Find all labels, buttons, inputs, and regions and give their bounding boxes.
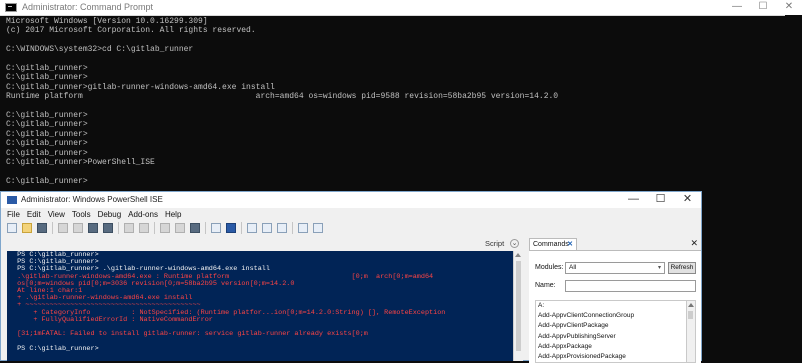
toolbar-separator [154,222,155,234]
commands-list[interactable]: A: Add-AppvClientConnectionGroup Add-AppvC… [535,300,687,363]
undo-icon[interactable] [124,223,134,233]
cmd-line: C:\gitlab_runner> [6,64,88,74]
ise-menu-bar: File Edit View Tools Debug Add-ons Help [7,210,181,219]
commands-tab[interactable]: Commands ✕ [529,238,577,250]
cmd-line: Runtime platform arch=amd64 os=windows p… [6,92,559,102]
ise-maximize-button[interactable]: ☐ [647,192,674,207]
cut-icon[interactable] [58,223,68,233]
save-icon[interactable] [37,223,47,233]
layout-top-icon[interactable] [247,223,257,233]
cmd-scrollbar[interactable] [785,15,802,195]
clear-icon[interactable] [103,223,113,233]
toolbar-separator [205,222,206,234]
close-icon[interactable]: ✕ [567,239,573,250]
powershell-tab-icon[interactable] [226,223,236,233]
console-scrollbar[interactable] [513,251,523,361]
cmd-line [6,36,558,45]
cmd-title: Administrator: Command Prompt [22,2,154,12]
cmd-line [6,55,558,64]
menu-file[interactable]: File [7,210,20,219]
name-filter-input[interactable] [565,280,696,292]
console-output: PS C:\gitlab_runner> PS C:\gitlab_runner… [13,251,445,353]
name-label: Name: [535,282,556,289]
cmd-close-button[interactable]: ✕ [776,0,802,15]
run-selection-icon[interactable] [175,223,185,233]
ise-minimize-button[interactable]: — [620,192,647,207]
show-addon-icon[interactable] [313,223,323,233]
console-error-line: [31;1mFATAL: Failed to install gitlab-ru… [13,330,368,339]
commands-list-scrollbar[interactable] [687,300,696,363]
modules-label: Modules: [535,264,564,271]
command-list-item[interactable]: Add-AppxPackage [536,342,686,352]
cmd-line: C:\gitlab_runner>PowerShell_ISE [6,158,155,168]
cmd-line: C:\gitlab_runner>gitlab-runner-windows-a… [6,82,275,92]
scroll-thumb[interactable] [516,261,521,351]
run-icon[interactable] [160,223,170,233]
commands-tab-label: Commands [533,241,569,248]
cmd-line: C:\gitlab_runner> [6,176,88,186]
scroll-thumb[interactable] [688,311,693,319]
menu-edit[interactable]: Edit [27,210,41,219]
toolbar-separator [118,222,119,234]
cmd-line: C:\gitlab_runner> [6,73,88,83]
script-pane-toggle[interactable]: Script [485,239,504,248]
command-list-item[interactable]: Add-AppvPublishingServer [536,332,686,342]
console-pane[interactable]: PS C:\gitlab_runner> PS C:\gitlab_runner… [7,251,513,361]
cmd-line: C:\gitlab_runner> [6,120,88,130]
modules-select-value: All [569,264,577,271]
redo-icon[interactable] [139,223,149,233]
menu-help[interactable]: Help [165,210,181,219]
copy-icon[interactable] [73,223,83,233]
new-file-icon[interactable] [7,223,17,233]
cmd-title-bar[interactable]: Administrator: Command Prompt — ☐ ✕ [0,0,802,16]
menu-debug[interactable]: Debug [98,210,122,219]
chevron-down-icon[interactable]: ⌄ [510,239,519,248]
commands-body: Modules: All ▾ Refresh Name: A: Add-AppvC… [529,250,701,363]
cmd-line [6,102,558,111]
scroll-up-icon[interactable] [688,303,694,307]
commands-pane-close-icon[interactable]: ✕ [690,238,698,249]
open-file-icon[interactable] [22,223,32,233]
ise-title-bar[interactable]: Administrator: Windows PowerShell ISE — … [1,192,701,208]
menu-add-ons[interactable]: Add-ons [128,210,158,219]
menu-view[interactable]: View [48,210,65,219]
cmd-line: C:\gitlab_runner> [6,129,88,139]
toolbar-separator [241,222,242,234]
paste-icon[interactable] [88,223,98,233]
cmd-output[interactable]: Microsoft Windows [Version 10.0.16299.30… [6,17,558,186]
layout-right-icon[interactable] [262,223,272,233]
ise-toolbar [7,221,323,235]
toolbar-separator [52,222,53,234]
console-line: PS C:\gitlab_runner> [13,344,99,353]
cmd-line: C:\gitlab_runner> [6,139,88,149]
command-list-item[interactable]: A: [536,301,686,311]
command-list-item[interactable]: Add-AppvClientPackage [536,321,686,331]
ise-title: Administrator: Windows PowerShell ISE [21,195,163,204]
show-commands-icon[interactable] [298,223,308,233]
ise-close-button[interactable]: ✕ [674,192,701,207]
scroll-up-icon[interactable] [515,253,521,257]
modules-select[interactable]: All ▾ [565,262,665,274]
commands-pane: Commands ✕ ✕ Modules: All ▾ Refresh Name… [529,238,701,363]
cmd-icon [5,3,17,12]
console-error-line: + FullyQualifiedErrorId : NativeCommandE… [13,315,213,324]
cmd-line: Microsoft Windows [Version 10.0.16299.30… [6,17,208,26]
powershell-ise-window: Administrator: Windows PowerShell ISE — … [0,191,702,363]
cmd-line: C:\gitlab_runner> [6,111,88,121]
command-list-item[interactable]: Add-AppvClientConnectionGroup [536,311,686,321]
cmd-line [6,168,558,177]
toolbar-separator [292,222,293,234]
remote-icon[interactable] [211,223,221,233]
refresh-button[interactable]: Refresh [668,262,696,274]
cmd-line: C:\gitlab_runner> [6,148,88,158]
cmd-minimize-button[interactable]: — [724,0,750,15]
layout-max-icon[interactable] [277,223,287,233]
cmd-line: (c) 2017 Microsoft Corporation. All righ… [6,26,256,36]
cmd-maximize-button[interactable]: ☐ [750,0,776,15]
chevron-down-icon: ▾ [657,265,661,271]
cmd-line: C:\WINDOWS\system32>cd C:\gitlab_runner [6,45,194,55]
menu-tools[interactable]: Tools [72,210,91,219]
stop-icon[interactable] [190,223,200,233]
powershell-ise-icon [7,196,17,204]
